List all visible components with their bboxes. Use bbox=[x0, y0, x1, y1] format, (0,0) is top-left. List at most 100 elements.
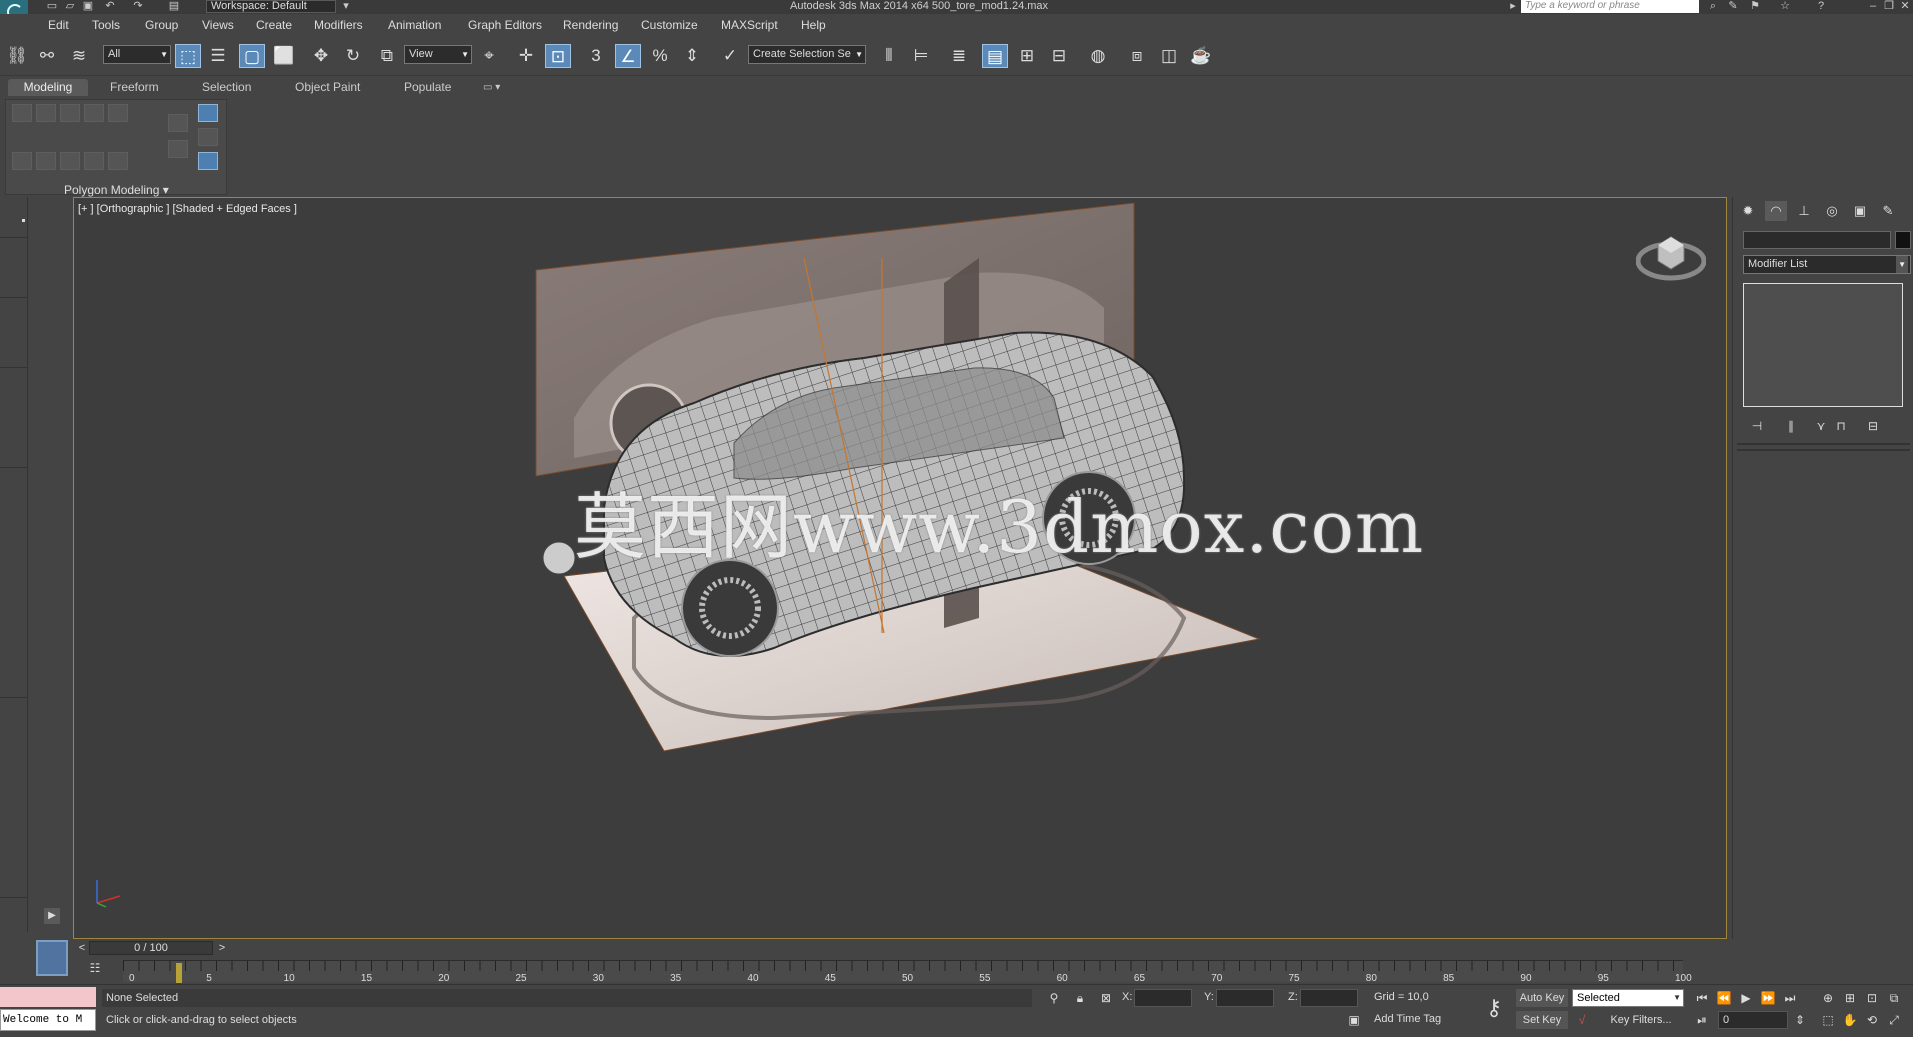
menu-group[interactable]: Group bbox=[145, 18, 178, 32]
menu-graph-editors[interactable]: Graph Editors bbox=[468, 18, 542, 32]
align-icon[interactable]: ⊨ bbox=[908, 44, 934, 68]
menu-views[interactable]: Views bbox=[202, 18, 234, 32]
maximize-icon[interactable]: ❐ bbox=[1882, 0, 1896, 13]
tab-freeform[interactable]: Freeform bbox=[102, 79, 167, 96]
close-icon[interactable]: ✕ bbox=[1898, 0, 1912, 13]
workspace-dropdown[interactable]: Workspace: Default bbox=[206, 0, 336, 13]
time-slider-next-button[interactable]: > bbox=[215, 940, 229, 956]
redo-icon[interactable]: ↷ bbox=[130, 0, 146, 13]
key-mode-toggle-icon[interactable]: ⏯ bbox=[1692, 1011, 1712, 1029]
pin-stack-icon[interactable]: ⊣ bbox=[1747, 417, 1767, 435]
time-slider[interactable]: < 0 / 100 > bbox=[73, 940, 1727, 956]
maxscript-listener-input[interactable]: Welcome to M bbox=[0, 1009, 96, 1031]
select-and-scale-icon[interactable]: ⧉ bbox=[374, 44, 400, 68]
default-tangent-icon[interactable]: √ bbox=[1574, 1011, 1590, 1029]
graphite-ribbon-icon[interactable]: ▤ bbox=[982, 44, 1008, 68]
collapse-stack-icon[interactable] bbox=[168, 140, 188, 158]
quick-access-dropdown-icon[interactable]: ▾ bbox=[338, 0, 354, 13]
material-editor-icon[interactable]: ◍ bbox=[1085, 44, 1111, 68]
time-slider-thumb[interactable]: 0 / 100 bbox=[89, 941, 213, 955]
absolute-mode-icon[interactable]: ⊠ bbox=[1098, 989, 1114, 1007]
window-crossing-icon[interactable]: ⬜ bbox=[271, 44, 297, 68]
mirror-icon[interactable]: ⫴ bbox=[876, 44, 902, 68]
create-tab-icon[interactable]: ✹ bbox=[1737, 201, 1759, 221]
polygon-mode-icon[interactable] bbox=[84, 104, 104, 122]
pan-view-icon[interactable]: ✋ bbox=[1840, 1011, 1860, 1029]
zoom-all-icon[interactable]: ⊞ bbox=[1840, 989, 1860, 1007]
add-time-tag-button[interactable]: Add Time Tag bbox=[1374, 1013, 1441, 1025]
utilities-tab-icon[interactable]: ✎ bbox=[1877, 201, 1899, 221]
show-end-result-icon[interactable] bbox=[198, 104, 218, 122]
modifier-stack-list[interactable] bbox=[1743, 283, 1903, 407]
current-frame-input[interactable]: 0 bbox=[1718, 1011, 1788, 1029]
binoculars-icon[interactable]: ⌕ bbox=[1706, 0, 1720, 13]
menu-create[interactable]: Create bbox=[256, 18, 292, 32]
angle-snap-icon[interactable]: ∠ bbox=[615, 44, 641, 68]
menu-customize[interactable]: Customize bbox=[641, 18, 698, 32]
go-to-start-icon[interactable]: ⏮ bbox=[1692, 989, 1712, 1007]
perspective-viewport[interactable]: [+ ] [Orthographic ] [Shaded + Edged Fac… bbox=[73, 197, 1727, 939]
pivot-center-icon[interactable]: ⌖ bbox=[476, 44, 502, 68]
go-to-end-icon[interactable]: ⏭ bbox=[1780, 989, 1800, 1007]
unlink-selection-icon[interactable]: ⚯ bbox=[34, 44, 60, 68]
menu-rendering[interactable]: Rendering bbox=[563, 18, 618, 32]
previous-frame-icon[interactable]: ⏪ bbox=[1714, 989, 1734, 1007]
object-color-swatch[interactable] bbox=[1895, 231, 1911, 249]
configure-modifier-sets-icon[interactable]: ⊟ bbox=[1863, 417, 1883, 435]
region-zoom-icon[interactable]: ⬚ bbox=[1818, 1011, 1838, 1029]
selection-filter-dropdown[interactable]: All bbox=[103, 45, 171, 64]
rendered-frame-window-icon[interactable]: ◫ bbox=[1156, 44, 1182, 68]
menu-help[interactable]: Help bbox=[801, 18, 826, 32]
selection-lock-icon[interactable]: 🔒︎ bbox=[1072, 989, 1088, 1007]
loop-selection-icon[interactable] bbox=[60, 152, 80, 170]
set-key-icon[interactable]: ⚷ bbox=[1480, 995, 1508, 1023]
modify-tab-icon[interactable]: ◠ bbox=[1765, 201, 1787, 221]
viewport-label[interactable]: [+ ] [Orthographic ] [Shaded + Edged Fac… bbox=[78, 203, 297, 215]
select-and-manipulate-icon[interactable]: ✛ bbox=[513, 44, 539, 68]
hierarchy-tab-icon[interactable]: ⊥ bbox=[1793, 201, 1815, 221]
zoom-icon[interactable]: ⊕ bbox=[1818, 989, 1838, 1007]
key-set-dropdown[interactable]: Selected bbox=[1572, 989, 1684, 1007]
auto-key-button[interactable]: Auto Key bbox=[1516, 989, 1568, 1007]
menu-animation[interactable]: Animation bbox=[388, 18, 441, 32]
element-mode-icon[interactable] bbox=[108, 104, 128, 122]
percent-snap-icon[interactable]: % bbox=[647, 44, 673, 68]
menu-tools[interactable]: Tools bbox=[92, 18, 120, 32]
help-icon[interactable]: ? bbox=[1814, 0, 1828, 13]
mini-curve-editor-icon[interactable] bbox=[36, 940, 68, 976]
frame-ruler[interactable]: 0 5 10 15 20 25 30 35 40 45 50 55 60 65 70 75 80 85 90 95 10… bbox=[123, 960, 1692, 984]
menu-modifiers[interactable]: Modifiers bbox=[314, 18, 363, 32]
snaps-toggle-icon[interactable]: 3 bbox=[583, 44, 609, 68]
zoom-extents-icon[interactable]: ⊡ bbox=[1862, 989, 1882, 1007]
select-object-icon[interactable]: ⬚ bbox=[175, 44, 201, 68]
edit-named-selection-icon[interactable]: ✓ bbox=[717, 44, 743, 68]
edge-mode-icon[interactable] bbox=[36, 104, 56, 122]
current-frame-marker[interactable] bbox=[176, 963, 182, 983]
preview-selection-icon[interactable] bbox=[198, 128, 218, 146]
maxscript-listener-output[interactable] bbox=[0, 987, 96, 1007]
convert-selection-icon[interactable] bbox=[108, 152, 128, 170]
key-filters-button[interactable]: Key Filters... bbox=[1596, 1011, 1686, 1029]
schematic-view-icon[interactable]: ⊟ bbox=[1046, 44, 1072, 68]
display-tab-icon[interactable]: ▣ bbox=[1849, 201, 1871, 221]
search-arrow-icon[interactable]: ▸ bbox=[1506, 0, 1520, 13]
track-bar[interactable]: ☷ 0 5 10 15 20 25 30 35 40 45 50 55 60 65 70 75 80 85 90 95… bbox=[73, 957, 1692, 984]
border-mode-icon[interactable] bbox=[60, 104, 80, 122]
modifier-list-dropdown[interactable]: Modifier List bbox=[1743, 255, 1911, 274]
vertex-mode-icon[interactable] bbox=[12, 104, 32, 122]
render-production-icon[interactable]: ☕ bbox=[1188, 44, 1214, 68]
x-coord-input[interactable] bbox=[1134, 989, 1192, 1007]
select-and-rotate-icon[interactable]: ↻ bbox=[340, 44, 366, 68]
favorites-star-icon[interactable]: ☆ bbox=[1778, 0, 1792, 13]
open-file-icon[interactable]: ▱ bbox=[62, 0, 78, 13]
spinner-snap-icon[interactable]: ⇕ bbox=[679, 44, 705, 68]
motion-tab-icon[interactable]: ◎ bbox=[1821, 201, 1843, 221]
menu-edit[interactable]: Edit bbox=[48, 18, 69, 32]
y-coord-input[interactable] bbox=[1216, 989, 1274, 1007]
set-key-button[interactable]: Set Key bbox=[1516, 1011, 1568, 1029]
track-bar-filter-icon[interactable]: ☷ bbox=[85, 961, 105, 979]
named-selection-dropdown[interactable]: Create Selection Se bbox=[748, 45, 866, 64]
maxscript-listener-toggle-icon[interactable]: ▶ bbox=[44, 908, 60, 924]
layer-manager-icon[interactable]: ≣ bbox=[946, 44, 972, 68]
time-slider-prev-button[interactable]: < bbox=[75, 940, 89, 956]
